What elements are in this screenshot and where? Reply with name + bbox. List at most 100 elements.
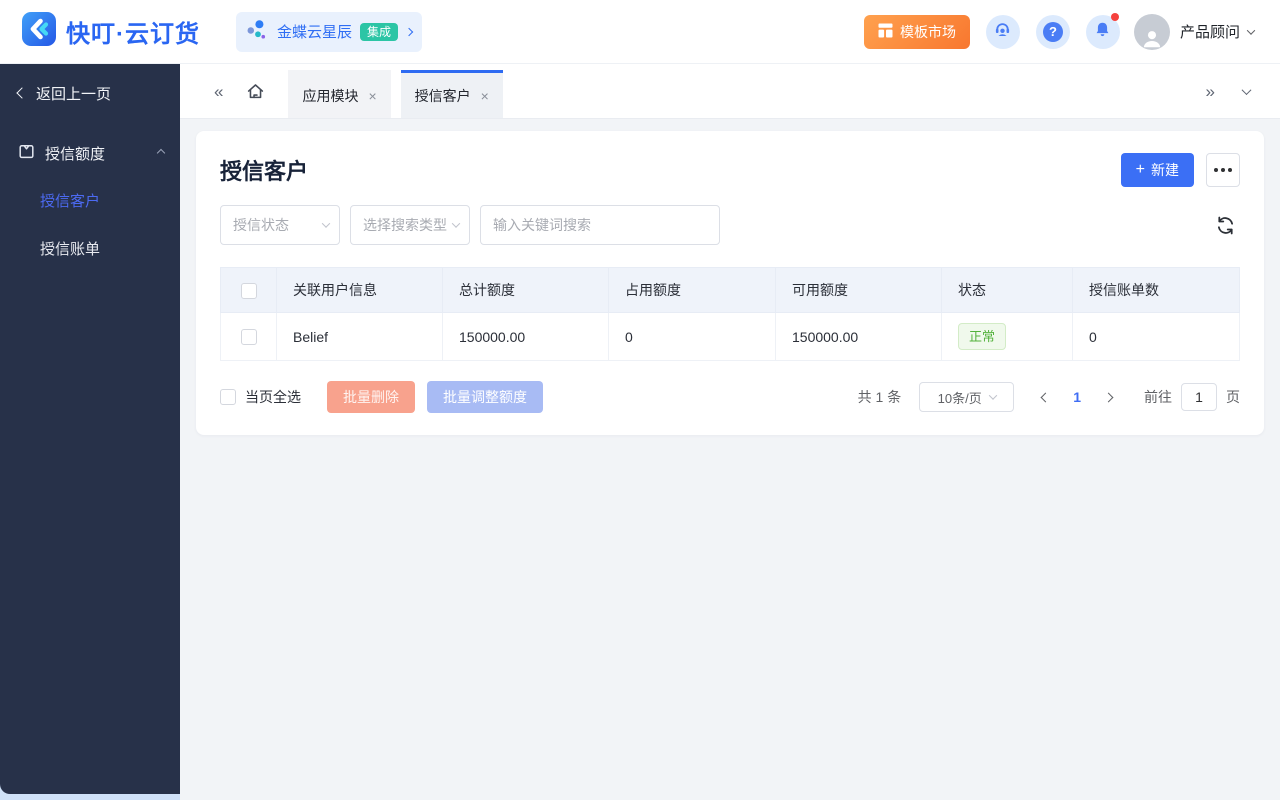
integration-dots-icon bbox=[246, 18, 269, 46]
cell-used: 0 bbox=[608, 312, 776, 361]
tab-close-icon[interactable]: × bbox=[481, 88, 489, 104]
brand-name: 快叮·云订货 bbox=[66, 21, 200, 48]
search-type-select[interactable]: 选择搜索类型 bbox=[350, 205, 470, 245]
cell-available: 150000.00 bbox=[775, 312, 942, 361]
notification-dot bbox=[1110, 12, 1119, 21]
tab-credit-customers[interactable]: 授信客户 × bbox=[400, 70, 503, 118]
chevron-down-icon bbox=[451, 219, 461, 228]
select-all-page-checkbox[interactable] bbox=[220, 389, 236, 405]
chevron-up-icon bbox=[156, 148, 166, 158]
sidebar-group-credit[interactable]: 授信额度 bbox=[0, 130, 180, 176]
tab-label: 授信客户 bbox=[414, 87, 471, 104]
next-page-button[interactable] bbox=[1103, 392, 1114, 402]
batch-delete-button[interactable]: 批量删除 bbox=[327, 381, 415, 413]
credit-status-placeholder: 授信状态 bbox=[233, 217, 289, 233]
sidebar-item-credit-bills[interactable]: 授信账单 bbox=[0, 224, 180, 272]
column-header: 状态 bbox=[941, 267, 1073, 313]
template-grid-icon bbox=[878, 23, 893, 41]
header-actions: 模板市场 ? 产品顾问 bbox=[863, 12, 1256, 50]
tab-label: 应用模块 bbox=[302, 87, 359, 104]
select-all-label: 当页全选 bbox=[245, 389, 301, 405]
brand-logo[interactable]: 快叮·云订货 bbox=[22, 12, 200, 51]
question-icon: ? bbox=[1042, 21, 1063, 42]
tabbar-right-controls: » bbox=[1206, 83, 1252, 100]
tab-app-modules[interactable]: 应用模块 × bbox=[288, 70, 391, 118]
column-header: 占用额度 bbox=[608, 267, 776, 313]
cell-total: 150000.00 bbox=[442, 312, 609, 361]
page-size-value: 10条/页 bbox=[937, 390, 982, 406]
goto-suffix-label: 页 bbox=[1226, 389, 1240, 405]
home-tab-button[interactable] bbox=[245, 81, 266, 102]
table-footer: 当页全选 批量删除 批量调整额度 共 1 条 10条/页 1 前往 1 页 bbox=[196, 361, 1264, 435]
main-area: « 应用模块 × 授信客户 × » 授信客户 + 新建 授信状态 选择搜索类型 … bbox=[180, 64, 1280, 800]
cell-user: Belief bbox=[276, 312, 443, 361]
dot-icon bbox=[1228, 168, 1232, 172]
card-header: 授信客户 + 新建 bbox=[196, 131, 1264, 187]
prev-page-button[interactable] bbox=[1040, 392, 1051, 402]
search-type-placeholder: 选择搜索类型 bbox=[363, 217, 447, 233]
column-header: 关联用户信息 bbox=[276, 267, 443, 313]
credit-customers-table: 关联用户信息 总计额度 占用额度 可用额度 状态 授信账单数 Belief 15… bbox=[220, 267, 1240, 361]
tab-close-icon[interactable]: × bbox=[368, 88, 376, 104]
dot-icon bbox=[1221, 168, 1225, 172]
select-all-header-checkbox[interactable] bbox=[240, 282, 257, 299]
page-size-select[interactable]: 10条/页 bbox=[919, 382, 1015, 412]
tabs-scroll-left-icon[interactable]: « bbox=[214, 83, 223, 100]
batch-adjust-button[interactable]: 批量调整额度 bbox=[427, 381, 543, 413]
goto-page-input[interactable] bbox=[1181, 383, 1217, 411]
column-header: 可用额度 bbox=[775, 267, 942, 313]
user-menu[interactable]: 产品顾问 bbox=[1179, 21, 1256, 42]
table-wrap: 关联用户信息 总计额度 占用额度 可用额度 状态 授信账单数 Belief 15… bbox=[196, 245, 1264, 361]
sidebar-item-credit-customers[interactable]: 授信客户 bbox=[0, 176, 180, 224]
credit-customers-card: 授信客户 + 新建 授信状态 选择搜索类型 输入关键词搜索 关联用户信息 总计额… bbox=[196, 131, 1264, 435]
avatar[interactable] bbox=[1133, 13, 1170, 50]
help-button[interactable]: ? bbox=[1035, 14, 1070, 49]
more-actions-button[interactable] bbox=[1206, 153, 1240, 187]
notifications-button[interactable] bbox=[1085, 12, 1120, 49]
body: 返回上一页 授信额度 授信客户 授信账单 « 应用模块 × 授信客户 × » 授… bbox=[0, 64, 1280, 800]
column-header: 授信账单数 bbox=[1072, 267, 1240, 313]
chevron-down-icon bbox=[321, 219, 331, 228]
status-badge: 正常 bbox=[958, 323, 1007, 350]
chevron-down-icon bbox=[988, 391, 997, 400]
content: 授信客户 + 新建 授信状态 选择搜索类型 输入关键词搜索 关联用户信息 总计额… bbox=[180, 119, 1280, 800]
chevron-right-icon bbox=[1103, 392, 1114, 402]
headset-icon bbox=[993, 20, 1012, 44]
filter-bar: 授信状态 选择搜索类型 bbox=[196, 187, 1264, 245]
user-role-label: 产品顾问 bbox=[1179, 24, 1240, 41]
sidebar: 返回上一页 授信额度 授信客户 授信账单 bbox=[0, 64, 180, 794]
row-checkbox[interactable] bbox=[240, 329, 257, 346]
integration-name: 金蝶云星辰 bbox=[277, 24, 353, 41]
table-header-row: 关联用户信息 总计额度 占用额度 可用额度 状态 授信账单数 bbox=[220, 267, 1240, 313]
template-market-label: 模板市场 bbox=[899, 23, 956, 40]
page-title: 授信客户 bbox=[220, 159, 309, 184]
app-root: 快叮·云订货 金蝶云星辰 集成 模板市场 ? 产品顾问 返回上一页 授信额度 授… bbox=[0, 0, 1280, 800]
chevron-down-icon bbox=[1246, 25, 1256, 35]
table-row: Belief 150000.00 0 150000.00 正常 0 bbox=[220, 312, 1240, 361]
template-market-button[interactable]: 模板市场 bbox=[863, 14, 970, 49]
chevron-left-icon bbox=[1040, 392, 1051, 402]
sidebar-group-label: 授信额度 bbox=[45, 145, 106, 163]
sidebar-item-label: 授信账单 bbox=[40, 240, 101, 258]
chevron-right-icon bbox=[404, 27, 414, 36]
total-count-label: 共 1 条 bbox=[857, 389, 902, 405]
card-actions: + 新建 bbox=[1120, 153, 1240, 187]
pagination: 共 1 条 10条/页 1 前往 1 页 bbox=[858, 382, 1240, 412]
tabs-menu-icon[interactable] bbox=[1241, 84, 1252, 95]
goto-prefix-label: 前往 bbox=[1144, 389, 1172, 405]
tab-bar: « 应用模块 × 授信客户 × » bbox=[180, 64, 1280, 119]
new-button[interactable]: + 新建 bbox=[1120, 153, 1194, 187]
top-header: 快叮·云订货 金蝶云星辰 集成 模板市场 ? 产品顾问 bbox=[0, 0, 1280, 64]
page-number-1[interactable]: 1 bbox=[1073, 389, 1081, 405]
refresh-button[interactable] bbox=[1215, 215, 1236, 236]
back-button[interactable]: 返回上一页 bbox=[0, 72, 180, 114]
dot-icon bbox=[1214, 168, 1218, 172]
refresh-icon bbox=[1217, 216, 1234, 234]
new-button-label: 新建 bbox=[1151, 162, 1179, 178]
credit-status-select[interactable]: 授信状态 bbox=[220, 205, 340, 245]
tabs-scroll-right-icon[interactable]: » bbox=[1206, 83, 1215, 100]
keyword-search-input[interactable] bbox=[480, 205, 720, 245]
chevron-left-icon bbox=[16, 87, 28, 99]
support-button[interactable] bbox=[985, 14, 1020, 49]
integration-entry[interactable]: 金蝶云星辰 集成 bbox=[236, 11, 423, 52]
